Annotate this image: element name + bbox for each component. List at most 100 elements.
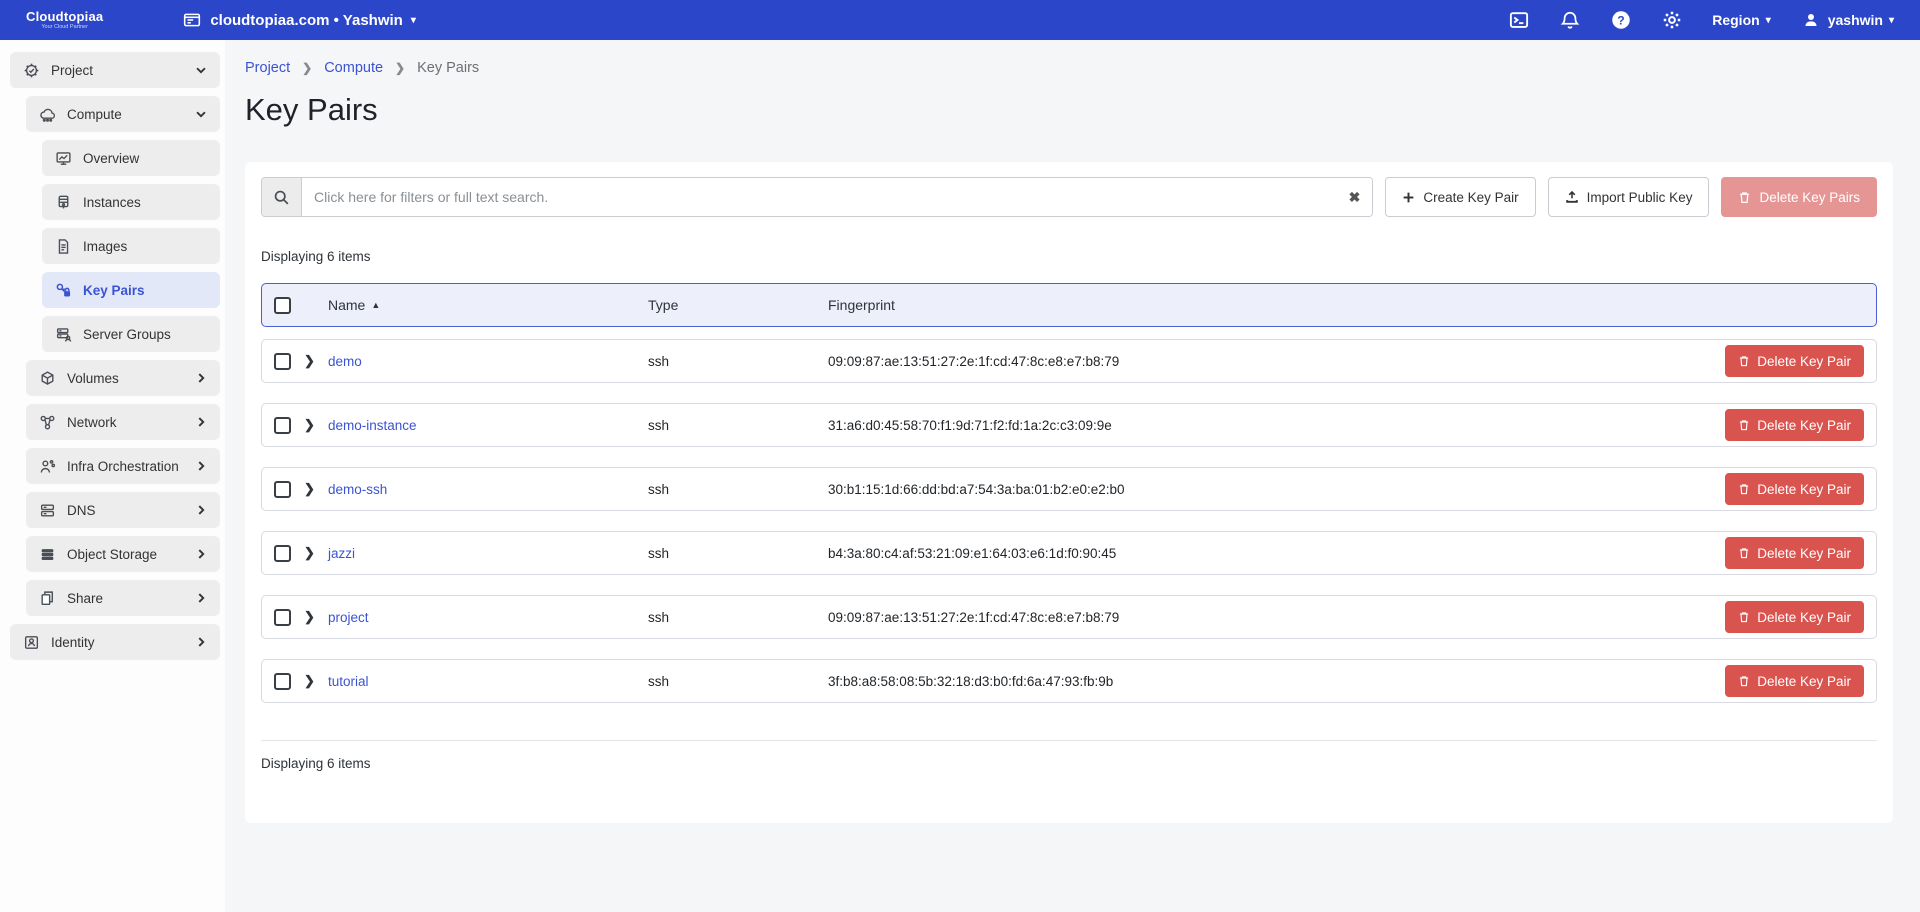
delete-key-pair-button[interactable]: Delete Key Pair <box>1725 345 1864 377</box>
bulk-delete-key-pairs-button[interactable]: Delete Key Pairs <box>1721 177 1877 217</box>
chevron-right-icon <box>194 371 208 385</box>
row-checkbox[interactable] <box>274 481 291 498</box>
expand-row-icon[interactable]: ❯ <box>304 353 320 369</box>
domain-project-switcher[interactable]: cloudtopiaa.com • Yashwin ▾ <box>181 10 416 31</box>
row-checkbox[interactable] <box>274 353 291 370</box>
region-dropdown[interactable]: Region ▾ <box>1712 12 1770 28</box>
search-icon[interactable] <box>262 178 302 216</box>
share-icon <box>38 589 56 607</box>
key-pair-name-link[interactable]: project <box>328 610 648 625</box>
expand-row-icon[interactable]: ❯ <box>304 545 320 561</box>
console-window-icon <box>181 10 202 31</box>
key-pair-type: ssh <box>648 546 828 561</box>
sidebar-item-label: Images <box>83 239 127 254</box>
top-navbar: Cloudtopiaa Your Cloud Partner cloudtopi… <box>0 0 1920 40</box>
region-label: Region <box>1712 12 1759 28</box>
clear-search-icon[interactable]: ✖ <box>1349 189 1361 206</box>
server-groups-icon <box>54 325 72 343</box>
chevron-right-icon <box>194 635 208 649</box>
plus-icon <box>1402 191 1415 204</box>
sidebar-item-overview[interactable]: Overview <box>42 140 220 176</box>
svg-text:?: ? <box>1617 13 1624 27</box>
select-all-checkbox[interactable] <box>274 297 291 314</box>
row-checkbox[interactable] <box>274 545 291 562</box>
breadcrumb-current: Key Pairs <box>417 60 479 76</box>
row-checkbox[interactable] <box>274 609 291 626</box>
brand-tagline: Your Cloud Partner <box>41 25 88 31</box>
key-pairs-panel: ✖ Create Key Pair Import Public Key <box>245 162 1893 823</box>
brand-title: Cloudtopiaa <box>26 10 103 23</box>
expand-row-icon[interactable]: ❯ <box>304 481 320 497</box>
settings-gear-icon[interactable] <box>1661 10 1682 31</box>
sidebar-item-label: Key Pairs <box>83 283 145 298</box>
chevron-down-icon: ▾ <box>1766 15 1771 26</box>
key-pair-fingerprint: 3f:b8:a8:58:08:5b:32:18:d3:b0:fd:6a:47:9… <box>828 674 1725 689</box>
expand-row-icon[interactable]: ❯ <box>304 417 320 433</box>
breadcrumb-project[interactable]: Project <box>245 60 290 76</box>
sidebar-item-label: Project <box>51 63 93 78</box>
project-icon <box>22 61 40 79</box>
trash-icon <box>1738 419 1750 431</box>
user-menu[interactable]: yashwin ▾ <box>1801 10 1894 31</box>
key-pair-fingerprint: 09:09:87:ae:13:51:27:2e:1f:cd:47:8c:e8:e… <box>828 610 1725 625</box>
key-pair-name-link[interactable]: demo-ssh <box>328 482 648 497</box>
sidebar-item-object-storage[interactable]: Object Storage <box>26 536 220 572</box>
search-input[interactable] <box>302 178 1372 216</box>
chevron-down-icon <box>194 63 208 77</box>
sidebar-item-network[interactable]: Network <box>26 404 220 440</box>
identity-icon <box>22 633 40 651</box>
key-pair-name-link[interactable]: demo <box>328 354 648 369</box>
user-icon <box>1801 10 1822 31</box>
notifications-bell-icon[interactable] <box>1559 10 1580 31</box>
sidebar-item-images[interactable]: Images <box>42 228 220 264</box>
chevron-right-icon <box>194 503 208 517</box>
key-pair-name-link[interactable]: demo-instance <box>328 418 648 433</box>
sidebar-item-volumes[interactable]: Volumes <box>26 360 220 396</box>
expand-row-icon[interactable]: ❯ <box>304 673 320 689</box>
create-key-pair-button[interactable]: Create Key Pair <box>1385 177 1535 217</box>
sidebar-item-infra-orchestration[interactable]: Infra Orchestration <box>26 448 220 484</box>
key-pair-name-link[interactable]: jazzi <box>328 546 648 561</box>
sidebar-item-instances[interactable]: Instances <box>42 184 220 220</box>
delete-key-pair-button[interactable]: Delete Key Pair <box>1725 665 1864 697</box>
sidebar-item-compute[interactable]: Compute <box>26 96 220 132</box>
sidebar-item-label: Identity <box>51 635 95 650</box>
table-row: ❯ demo-instance ssh 31:a6:d0:45:58:70:f1… <box>261 403 1877 447</box>
sidebar-item-server-groups[interactable]: Server Groups <box>42 316 220 352</box>
chevron-right-icon <box>194 415 208 429</box>
column-header-fingerprint[interactable]: Fingerprint <box>828 297 1864 313</box>
expand-row-icon[interactable]: ❯ <box>304 609 320 625</box>
trash-icon <box>1738 355 1750 367</box>
console-icon[interactable] <box>1508 10 1529 31</box>
row-checkbox[interactable] <box>274 673 291 690</box>
items-count-bottom: Displaying 6 items <box>261 740 1877 771</box>
sidebar-item-project[interactable]: Project <box>10 52 220 88</box>
sidebar-item-label: Volumes <box>67 371 119 386</box>
chevron-down-icon: ▾ <box>1889 15 1894 26</box>
trash-icon <box>1738 191 1751 204</box>
object-storage-icon <box>38 545 56 563</box>
sidebar-item-dns[interactable]: DNS <box>26 492 220 528</box>
delete-key-pair-button[interactable]: Delete Key Pair <box>1725 473 1864 505</box>
sidebar-item-label: Compute <box>67 107 122 122</box>
sidebar-item-identity[interactable]: Identity <box>10 624 220 660</box>
sidebar-item-key-pairs[interactable]: Key Pairs <box>42 272 220 308</box>
breadcrumb: Project ❯ Compute ❯ Key Pairs <box>245 60 1920 76</box>
key-pair-name-link[interactable]: tutorial <box>328 674 648 689</box>
chevron-right-icon <box>194 591 208 605</box>
chevron-right-icon <box>194 547 208 561</box>
column-header-name[interactable]: Name ▲ <box>328 297 648 313</box>
import-public-key-button[interactable]: Import Public Key <box>1548 177 1710 217</box>
overview-icon <box>54 149 72 167</box>
delete-key-pair-button[interactable]: Delete Key Pair <box>1725 409 1864 441</box>
delete-key-pair-button[interactable]: Delete Key Pair <box>1725 601 1864 633</box>
key-pairs-icon <box>54 281 72 299</box>
delete-key-pair-button[interactable]: Delete Key Pair <box>1725 537 1864 569</box>
help-icon[interactable]: ? <box>1610 10 1631 31</box>
column-header-type[interactable]: Type <box>648 297 828 313</box>
sidebar-item-share[interactable]: Share <box>26 580 220 616</box>
row-checkbox[interactable] <box>274 417 291 434</box>
main-content: Project ❯ Compute ❯ Key Pairs Key Pairs … <box>225 40 1920 912</box>
breadcrumb-compute[interactable]: Compute <box>324 60 383 76</box>
brand-logo[interactable]: Cloudtopiaa Your Cloud Partner <box>26 10 103 31</box>
